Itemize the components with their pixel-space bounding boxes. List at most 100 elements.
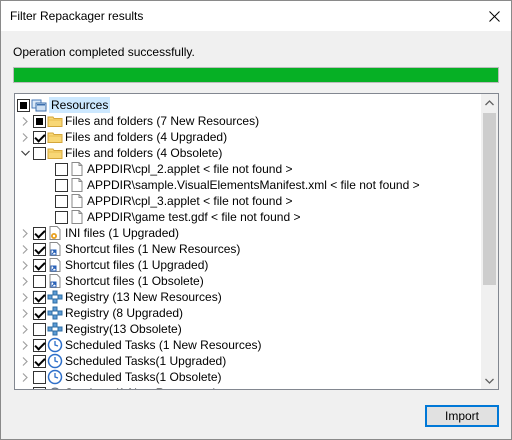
tree-row[interactable]: Services (1 New Resources) — [19, 385, 217, 389]
expand-button[interactable] — [19, 305, 31, 321]
expand-button[interactable] — [19, 385, 31, 389]
tree-item-label: Shortcut files (1 Obsolete) — [65, 274, 204, 288]
expand-button[interactable] — [19, 353, 31, 369]
clock-icon — [47, 353, 63, 369]
chevron-right-icon — [22, 308, 28, 318]
tree-item-label: Shortcut files (1 New Resources) — [65, 242, 241, 256]
tree-item-label: Registry (8 Upgraded) — [65, 306, 184, 320]
tree-root-label: Resources — [49, 97, 111, 113]
tree-item-checkbox[interactable] — [55, 194, 68, 208]
filter-results-dialog: Filter Repackager results Operation comp… — [0, 0, 512, 440]
registry-icon — [47, 289, 63, 305]
tree-root-row[interactable]: Resources — [17, 97, 111, 113]
expand-button[interactable] — [19, 225, 31, 241]
tree-item-label: Registry(13 Obsolete) — [65, 322, 182, 336]
clock-icon — [47, 369, 63, 385]
expand-button[interactable] — [19, 241, 31, 257]
tree-item-checkbox[interactable] — [55, 210, 68, 224]
tree-item-checkbox[interactable] — [33, 322, 46, 336]
registry-icon — [47, 305, 63, 321]
expand-button[interactable] — [19, 129, 31, 145]
expand-button[interactable] — [19, 337, 31, 353]
tree-row[interactable]: Shortcut files (1 Obsolete) — [19, 273, 204, 289]
tree-item-checkbox[interactable] — [55, 162, 68, 176]
scroll-down-button[interactable] — [481, 372, 498, 389]
status-message: Operation completed successfully. — [13, 45, 195, 59]
tree-row[interactable]: Shortcut files (1 Upgraded) — [19, 257, 208, 273]
tree-item-checkbox[interactable] — [33, 226, 46, 240]
tree-item-checkbox[interactable] — [33, 146, 46, 160]
tree-row[interactable]: Registry (8 Upgraded) — [19, 305, 183, 321]
chevron-right-icon — [22, 276, 28, 286]
tree-item-checkbox[interactable] — [33, 258, 46, 272]
service-icon — [47, 385, 63, 389]
tree-item-label: APPDIR\game test.gdf < file not found > — [87, 210, 301, 224]
tree-item-checkbox[interactable] — [33, 370, 46, 384]
tree-item-label: INI files (1 Upgraded) — [65, 226, 180, 240]
clock-icon — [47, 337, 63, 353]
resource-tree[interactable]: Resources Files and folders (7 New Resou… — [14, 93, 499, 390]
expand-button[interactable] — [19, 273, 31, 289]
tree-item-label: Files and folders (7 New Resources) — [65, 114, 260, 128]
expand-button[interactable] — [19, 321, 31, 337]
tree-item-label: APPDIR\sample.VisualElementsManifest.xml… — [87, 178, 420, 192]
close-button[interactable] — [477, 1, 511, 31]
registry-icon — [47, 321, 63, 337]
chevron-right-icon — [22, 116, 28, 126]
chevron-right-icon — [22, 228, 28, 238]
tree-item-label: Files and folders (4 Obsolete) — [65, 146, 223, 160]
tree-row[interactable]: Files and folders (4 Obsolete) — [19, 145, 222, 161]
tree-row[interactable]: Shortcut files (1 New Resources) — [19, 241, 240, 257]
import-button[interactable]: Import — [425, 405, 499, 427]
chevron-down-icon — [485, 378, 494, 384]
chevron-right-icon — [22, 372, 28, 382]
scroll-thumb[interactable] — [483, 113, 496, 285]
tree-item-checkbox[interactable] — [33, 338, 46, 352]
tree-row[interactable]: Scheduled Tasks(1 Obsolete) — [19, 369, 222, 385]
tree-row[interactable]: APPDIR\sample.VisualElementsManifest.xml… — [55, 177, 420, 193]
tree-item-checkbox[interactable] — [55, 178, 68, 192]
folder-icon — [47, 145, 63, 161]
file-icon — [69, 161, 85, 177]
tree-item-label: Files and folders (4 Upgraded) — [65, 130, 228, 144]
tree-row[interactable]: APPDIR\game test.gdf < file not found > — [55, 209, 300, 225]
progress-fill — [14, 68, 498, 82]
chevron-right-icon — [22, 340, 28, 350]
chevron-right-icon — [22, 244, 28, 254]
tree-item-checkbox[interactable] — [33, 130, 46, 144]
tree-row[interactable]: Scheduled Tasks(1 Upgraded) — [19, 353, 226, 369]
tree-row[interactable]: Registry(13 Obsolete) — [19, 321, 182, 337]
expand-button[interactable] — [19, 289, 31, 305]
tree-item-checkbox[interactable] — [33, 290, 46, 304]
vertical-scrollbar[interactable] — [481, 94, 498, 389]
folder-icon — [47, 129, 63, 145]
tree-row[interactable]: APPDIR\cpl_2.applet < file not found > — [55, 161, 292, 177]
tree-row[interactable]: Registry (13 New Resources) — [19, 289, 222, 305]
chevron-right-icon — [22, 260, 28, 270]
title-bar: Filter Repackager results — [1, 1, 511, 31]
tree-row[interactable]: INI files (1 Upgraded) — [19, 225, 179, 241]
chevron-right-icon — [22, 324, 28, 334]
tree-item-checkbox[interactable] — [33, 114, 46, 128]
expand-button[interactable] — [19, 369, 31, 385]
tree-row[interactable]: Scheduled Tasks (1 New Resources) — [19, 337, 262, 353]
folder-icon — [47, 113, 63, 129]
root-checkbox[interactable] — [17, 98, 30, 112]
tree-item-checkbox[interactable] — [33, 354, 46, 368]
collapse-button[interactable] — [19, 145, 31, 161]
tree-row[interactable]: APPDIR\cpl_3.applet < file not found > — [55, 193, 292, 209]
tree-item-checkbox[interactable] — [33, 386, 46, 389]
file-icon — [69, 209, 85, 225]
expand-button[interactable] — [19, 257, 31, 273]
tree-item-checkbox[interactable] — [33, 242, 46, 256]
tree-row[interactable]: Files and folders (4 Upgraded) — [19, 129, 227, 145]
tree-row[interactable]: Files and folders (7 New Resources) — [19, 113, 259, 129]
expand-button[interactable] — [19, 113, 31, 129]
tree-item-label: Services (1 New Resources) — [65, 385, 217, 389]
tree-item-checkbox[interactable] — [33, 274, 46, 288]
tree-item-checkbox[interactable] — [33, 306, 46, 320]
scroll-up-button[interactable] — [481, 94, 498, 111]
chevron-right-icon — [22, 292, 28, 302]
tree-content: Resources Files and folders (7 New Resou… — [15, 94, 482, 389]
file-icon — [69, 177, 85, 193]
